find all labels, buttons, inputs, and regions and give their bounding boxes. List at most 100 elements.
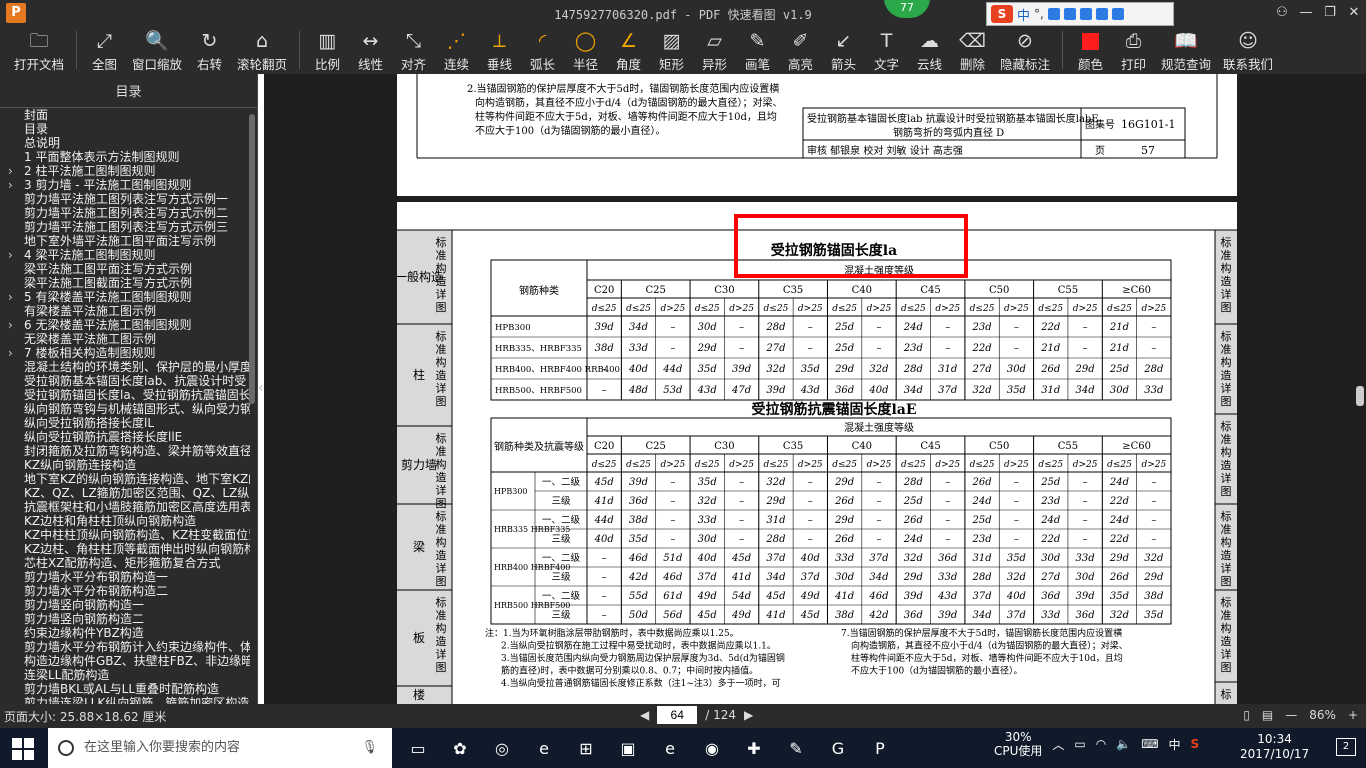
- rectangle-button[interactable]: ▨ 矩形: [650, 26, 693, 74]
- fit-page-button[interactable]: ⤢ 全图: [83, 26, 126, 74]
- color-button[interactable]: 颜色: [1069, 26, 1112, 74]
- window-zoom-button[interactable]: 🔍 窗口缩放: [126, 26, 188, 74]
- toc-item[interactable]: 3 剪力墙 - 平法施工图制图规则: [0, 178, 250, 192]
- taskbar-app-icon[interactable]: ▣: [612, 732, 644, 764]
- perpendicular-button[interactable]: ⟂ 垂线: [478, 26, 521, 74]
- scroll-page-button[interactable]: ⌂ 滚轮翻页: [231, 26, 293, 74]
- minimize-button[interactable]: —: [1294, 0, 1318, 26]
- sogou-icon[interactable]: S: [991, 5, 1013, 23]
- ime-mode[interactable]: 中: [1017, 5, 1030, 24]
- toc-item[interactable]: 约束边缘构件YBZ构造: [0, 626, 250, 640]
- taskbar-app-icon[interactable]: e: [654, 732, 686, 764]
- taskbar-app-icon[interactable]: e: [528, 732, 560, 764]
- taskbar-app-icon[interactable]: P: [864, 732, 896, 764]
- collapse-sidebar-icon[interactable]: ‹: [258, 380, 264, 396]
- contact-us-button[interactable]: ☺ 联系我们: [1217, 26, 1279, 74]
- keyboard-icon[interactable]: ⌨: [1141, 737, 1158, 751]
- next-page-button[interactable]: ▶: [744, 708, 753, 722]
- keyboard-icon[interactable]: [1063, 8, 1076, 20]
- continuous-button[interactable]: ⋰ 连续: [435, 26, 478, 74]
- continuous-page-icon[interactable]: ▤: [1262, 708, 1273, 722]
- toc-item[interactable]: KZ中柱柱顶纵向钢筋构造、KZ柱变截面位置: [0, 528, 250, 542]
- print-button[interactable]: ⎙ 打印: [1112, 26, 1155, 74]
- toc-item[interactable]: 剪力墙平法施工图列表注写方式示例二: [0, 206, 250, 220]
- taskbar-app-icon[interactable]: ◎: [486, 732, 518, 764]
- skin-icon[interactable]: [1095, 8, 1108, 20]
- toc-item[interactable]: 剪力墙水平分布钢筋构造二: [0, 584, 250, 598]
- taskbar-app-icon[interactable]: ◉: [696, 732, 728, 764]
- toc-item[interactable]: KZ边柱和角柱柱顶纵向钢筋构造: [0, 514, 250, 528]
- toc-item[interactable]: 有梁楼盖平法施工图示例: [0, 304, 250, 318]
- toc-item[interactable]: 地下室KZ的纵向钢筋连接构造、地下室KZ的: [0, 472, 250, 486]
- cloud-line-button[interactable]: ☁ 云线: [908, 26, 951, 74]
- toc-item[interactable]: 目录: [0, 122, 250, 136]
- radius-button[interactable]: ◯ 半径: [564, 26, 607, 74]
- toc-item[interactable]: 封面: [0, 108, 250, 122]
- toc-item[interactable]: KZ纵向钢筋连接构造: [0, 458, 250, 472]
- mic-icon[interactable]: [1047, 8, 1060, 20]
- toc-item[interactable]: 纵向受拉钢筋搭接长度lL: [0, 416, 250, 430]
- highlight-button[interactable]: ✐ 高亮: [779, 26, 822, 74]
- toc-item[interactable]: 封闭箍筋及拉筋弯钩构造、梁并筋等效直径: [0, 444, 250, 458]
- toc-item[interactable]: 无梁楼盖平法施工图示例: [0, 332, 250, 346]
- toc-item[interactable]: 受拉钢筋基本锚固长度lab、抗震设计时受: [0, 374, 250, 388]
- toc-item[interactable]: 6 无梁楼盖平法施工图制图规则: [0, 318, 250, 332]
- cpu-meter[interactable]: 30% CPU使用: [994, 730, 1042, 758]
- delete-button[interactable]: ⌫ 删除: [951, 26, 994, 74]
- wifi-icon[interactable]: ◠: [1096, 737, 1106, 751]
- spec-lookup-button[interactable]: 📖 规范查询: [1155, 26, 1217, 74]
- tray-chevron-icon[interactable]: ︿: [1052, 736, 1064, 753]
- clock[interactable]: 10:34 2017/10/17: [1240, 732, 1309, 762]
- viewer-scrollbar[interactable]: [1356, 386, 1364, 406]
- toc-item[interactable]: 纵向钢筋弯钩与机械锚固形式、纵向受力钢: [0, 402, 250, 416]
- language-indicator[interactable]: 中: [1169, 736, 1181, 753]
- taskbar-search[interactable]: 在这里输入你要搜索的内容 🎙: [48, 728, 392, 768]
- text-button[interactable]: T 文字: [865, 26, 908, 74]
- prev-page-button[interactable]: ◀: [640, 708, 649, 722]
- toc-item[interactable]: 剪力墙平法施工图列表注写方式示例一: [0, 192, 250, 206]
- sogou-tray-icon[interactable]: S: [1191, 737, 1200, 751]
- angle-button[interactable]: ∠ 角度: [607, 26, 650, 74]
- windows-start-icon[interactable]: [12, 738, 34, 760]
- zoom-out-button[interactable]: —: [1285, 708, 1297, 722]
- single-page-icon[interactable]: ▯: [1243, 708, 1250, 722]
- toc-item[interactable]: 剪力墙连梁LLK纵向钢筋、箍筋加密区构造: [0, 696, 250, 704]
- toc-item[interactable]: 构造边缘构件GBZ、扶壁柱FBZ、非边缘暗柱: [0, 654, 250, 668]
- arrow-button[interactable]: ↙ 箭头: [822, 26, 865, 74]
- toc-item[interactable]: 连梁LL配筋构造: [0, 668, 250, 682]
- toc-item[interactable]: 5 有梁楼盖平法施工图制图规则: [0, 290, 250, 304]
- toc-item[interactable]: 2 柱平法施工图制图规则: [0, 164, 250, 178]
- punct-icon[interactable]: °,: [1034, 7, 1044, 21]
- taskbar-app-icon[interactable]: ⊞: [570, 732, 602, 764]
- zoom-in-button[interactable]: +: [1348, 708, 1358, 722]
- settings-icon[interactable]: [1111, 8, 1124, 20]
- user-icon[interactable]: ⚇: [1270, 0, 1294, 26]
- taskbar-app-icon[interactable]: ▭: [402, 732, 434, 764]
- toc-item[interactable]: 4 梁平法施工图制图规则: [0, 248, 250, 262]
- taskbar-app-icon[interactable]: ✚: [738, 732, 770, 764]
- toc-item[interactable]: 7 楼板相关构造制图规则: [0, 346, 250, 360]
- pen-button[interactable]: ✎ 画笔: [736, 26, 779, 74]
- toc-item[interactable]: 剪力墙水平分布钢筋构造一: [0, 570, 250, 584]
- arc-length-button[interactable]: ◜ 弧长: [521, 26, 564, 74]
- scale-button[interactable]: ▥ 比例: [306, 26, 349, 74]
- emoji-icon[interactable]: [1079, 8, 1092, 20]
- page-number-input[interactable]: [657, 706, 698, 724]
- taskbar-app-icon[interactable]: ✎: [780, 732, 812, 764]
- toc-item[interactable]: 芯柱XZ配筋构造、矩形箍筋复合方式: [0, 556, 250, 570]
- ime-toolbar[interactable]: S 中 °,: [986, 2, 1174, 26]
- restore-button[interactable]: ❐: [1318, 0, 1342, 26]
- toc-item[interactable]: 地下室外墙平法施工图平面注写示例: [0, 234, 250, 248]
- taskbar-app-icon[interactable]: ✿: [444, 732, 476, 764]
- toc-item[interactable]: 受拉钢筋锚固长度la、受拉钢筋抗震锚固长: [0, 388, 250, 402]
- volume-icon[interactable]: 🔈: [1116, 737, 1131, 751]
- toc-item[interactable]: 剪力墙竖向钢筋构造一: [0, 598, 250, 612]
- toc-item[interactable]: 抗震框架柱和小墙肢箍筋加密区高度选用表: [0, 500, 250, 514]
- open-file-button[interactable]: 🗀 打开文档: [8, 26, 70, 74]
- action-center-icon[interactable]: 2: [1336, 738, 1356, 756]
- battery-icon[interactable]: ▭: [1074, 737, 1085, 751]
- toc-item[interactable]: 剪力墙平法施工图列表注写方式示例三: [0, 220, 250, 234]
- mic-icon[interactable]: 🎙: [361, 728, 378, 768]
- toc-scrollbar[interactable]: [249, 114, 255, 404]
- hide-marks-button[interactable]: ⊘ 隐藏标注: [994, 26, 1056, 74]
